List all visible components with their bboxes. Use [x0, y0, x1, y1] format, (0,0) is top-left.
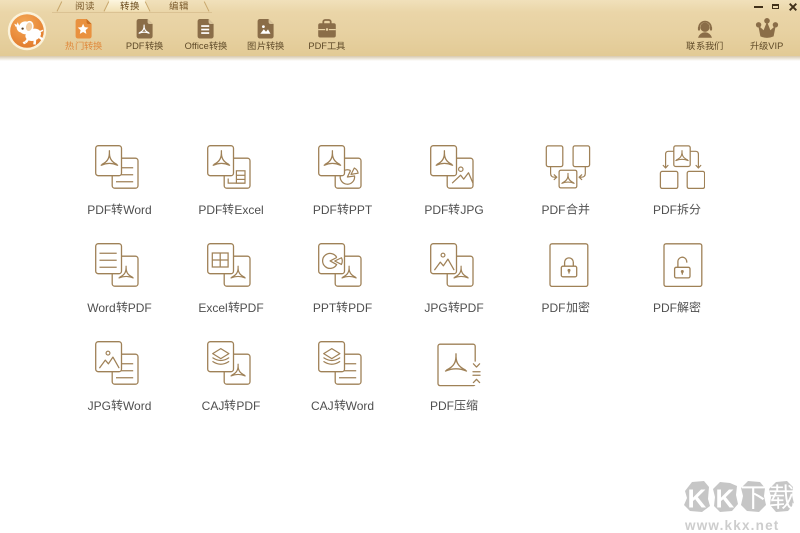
- svg-text:www.kkx.net: www.kkx.net: [684, 518, 779, 533]
- svg-text:K: K: [688, 484, 707, 514]
- svg-text:K: K: [716, 484, 735, 514]
